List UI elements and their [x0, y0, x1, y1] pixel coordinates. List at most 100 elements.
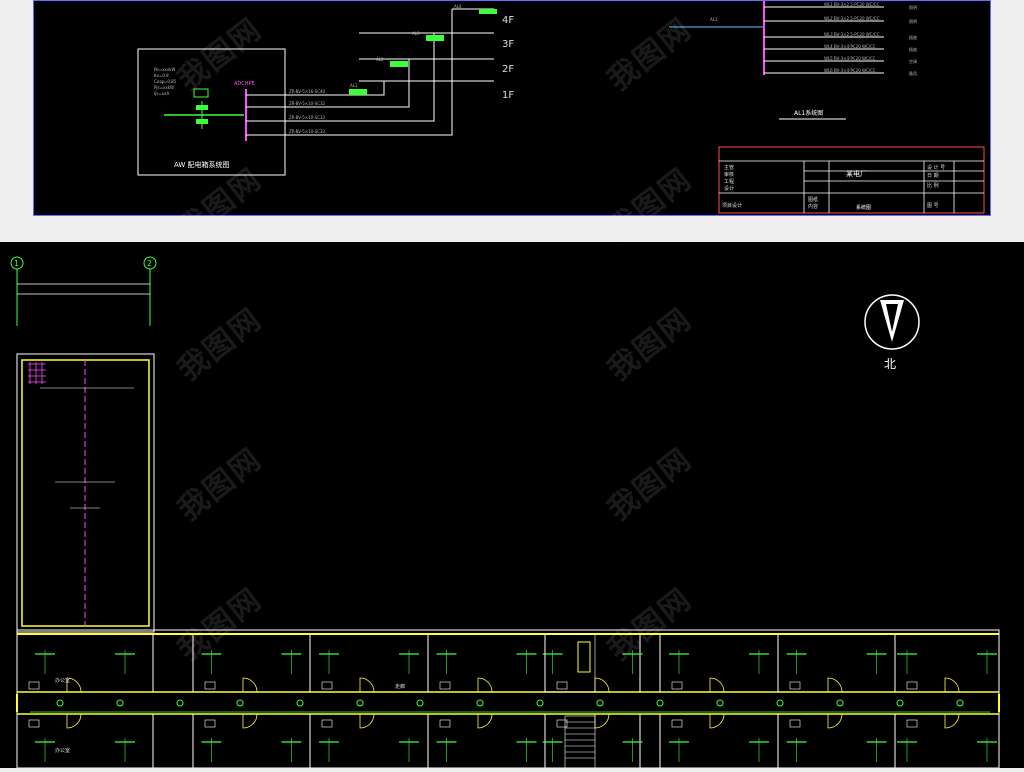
system-diagram-sheet: Pe=xxxkW Kx=0.8 Cosφ=0.85 Pjs=xxkW Ijs=x… — [33, 0, 991, 216]
floor-label-3f: 3F — [502, 39, 514, 50]
aw-title: AW 配电箱系统图 — [174, 160, 230, 169]
corridor-light — [836, 699, 844, 707]
floor-plan-sheet: 1 2 北 办公室 办公室 走廊 — [0, 242, 1024, 769]
switch-box — [321, 719, 333, 728]
switch-box — [671, 719, 683, 728]
door-swing — [359, 677, 375, 693]
door-swing — [709, 713, 725, 729]
door-swing — [944, 677, 960, 693]
corridor-light — [596, 699, 604, 707]
svg-text:AL1: AL1 — [350, 83, 358, 88]
switch-box — [789, 719, 801, 728]
corridor-light — [356, 699, 364, 707]
project-name: 某电厂 — [846, 169, 867, 178]
north-arrow-icon — [864, 294, 920, 350]
door-swing — [827, 713, 843, 729]
svg-text:内容: 内容 — [808, 203, 818, 210]
switch-box — [789, 681, 801, 690]
door-swing — [477, 677, 493, 693]
switch-box — [556, 681, 568, 690]
corridor-light — [116, 699, 124, 707]
aw-circuit-3: ZR-BV-5×10-SC32 — [289, 115, 326, 120]
corridor-light — [176, 699, 184, 707]
aw-circuit-2: ZR-BV-5×10-SC32 — [289, 101, 326, 106]
switch-box — [204, 719, 216, 728]
corridor-light — [476, 699, 484, 707]
svg-text:Kx=0.8: Kx=0.8 — [154, 73, 169, 78]
svg-text:设 计 号: 设 计 号 — [927, 164, 945, 171]
al1-title: AL1系统图 — [794, 109, 823, 117]
svg-text:图 号: 图 号 — [927, 203, 939, 209]
switch-box — [671, 681, 683, 690]
svg-text:空调: 空调 — [909, 58, 917, 64]
corridor-label: 走廊 — [395, 683, 405, 690]
corridor-light — [956, 699, 964, 707]
drawing-name: 系统图 — [856, 204, 871, 211]
switch-box — [321, 681, 333, 690]
corridor-light — [296, 699, 304, 707]
axis-label-2: 2 — [147, 259, 152, 268]
title-block: 主管 审核 工程 设计 项目设计 图纸 内容 设 计 号 日 期 比 例 图 号… — [718, 146, 985, 214]
svg-text:插座: 插座 — [909, 46, 917, 52]
al1-circuit-5: WL5 BV-3×4-PC20 WC/CC — [824, 56, 876, 61]
svg-text:AL2: AL2 — [376, 57, 384, 62]
svg-text:Cosφ=0.85: Cosφ=0.85 — [154, 79, 177, 84]
svg-text:AL3: AL3 — [412, 31, 420, 36]
door-swing — [242, 713, 258, 729]
floor-plan-drawing: 1 2 北 办公室 办公室 走廊 — [10, 256, 1000, 769]
floor-label-1f: 1F — [502, 90, 514, 101]
aw-box-label: ADCHPE — [234, 81, 255, 87]
corridor-light-fixtures — [56, 699, 964, 707]
svg-text:Pjs=xxkW: Pjs=xxkW — [154, 85, 174, 90]
corridor-light — [416, 699, 424, 707]
switch-box — [439, 719, 451, 728]
corridor-light — [56, 699, 64, 707]
door-swing — [594, 713, 610, 729]
svg-text:工程: 工程 — [724, 178, 734, 185]
system-diagram-drawing: Pe=xxxkW Kx=0.8 Cosφ=0.85 Pjs=xxkW Ijs=x… — [137, 1, 985, 214]
switch-box — [28, 681, 40, 690]
door-swing — [709, 677, 725, 693]
door-swing — [242, 677, 258, 693]
al1-circuit-1: WL1 BV-3×2.5-PC20 WC/CC — [824, 2, 880, 7]
al1-circuit-6: WL6 BV-3×4-PC20 WC/CC — [824, 68, 876, 73]
svg-text:照明: 照明 — [909, 19, 917, 24]
room-name-2: 办公室 — [55, 747, 70, 754]
floor-label-4f: 4F — [502, 15, 514, 26]
svg-text:审核: 审核 — [724, 171, 734, 178]
aw-circuit-1: ZR-BV-5×16-SC40 — [289, 89, 326, 94]
svg-text:Pe=xxxkW: Pe=xxxkW — [154, 67, 176, 72]
room-name-1: 办公室 — [55, 677, 70, 684]
axis-label-1: 1 — [14, 259, 19, 268]
svg-text:项目设计: 项目设计 — [722, 202, 742, 209]
floor-label-2f: 2F — [502, 64, 514, 75]
corridor-light — [536, 699, 544, 707]
corridor-light — [716, 699, 724, 707]
door-swing — [359, 713, 375, 729]
door-swing — [66, 713, 82, 729]
corridor-light — [896, 699, 904, 707]
switch-box — [906, 681, 918, 690]
svg-text:备用: 备用 — [909, 70, 917, 76]
switch-box — [439, 681, 451, 690]
svg-text:图纸: 图纸 — [808, 196, 818, 203]
office-rooms — [16, 634, 1000, 768]
door-swing — [477, 713, 493, 729]
door-swing — [944, 713, 960, 729]
al1-circuit-4: WL4 BV-3×4-PC20 WC/CC — [824, 44, 876, 49]
switch-box — [556, 719, 568, 728]
corridor-light — [776, 699, 784, 707]
al1-circuit-3: WL3 BV-3×2.5-PC20 WC/CC — [824, 32, 880, 37]
north-label: 北 — [884, 357, 896, 371]
corridor-light — [236, 699, 244, 707]
svg-text:比 例: 比 例 — [927, 182, 939, 189]
svg-text:照明: 照明 — [909, 5, 917, 10]
svg-text:日 期: 日 期 — [927, 173, 939, 179]
svg-text:AL1: AL1 — [710, 17, 718, 22]
svg-text:Ijs=xxA: Ijs=xxA — [154, 91, 169, 96]
switch-box — [28, 719, 40, 728]
svg-text:主管: 主管 — [724, 164, 734, 171]
door-swing — [594, 677, 610, 693]
door-swing — [827, 677, 843, 693]
switch-box — [204, 681, 216, 690]
